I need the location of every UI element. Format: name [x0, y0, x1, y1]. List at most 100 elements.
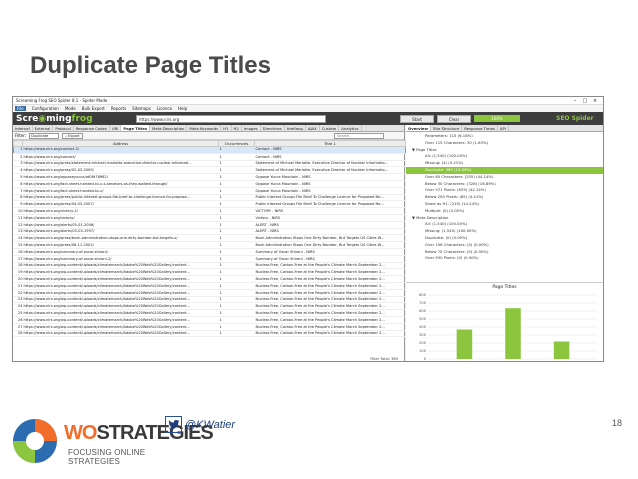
tab-overview[interactable]: Overview — [406, 125, 432, 131]
tab-external[interactable]: External — [33, 125, 54, 131]
tab-meta-keywords[interactable]: Meta Keywords — [187, 125, 222, 131]
row-address: https://www.nirs.org/wp-content/uploads/… — [22, 323, 219, 331]
tree-item[interactable]: Same as H1: (219) (14.24%) — [406, 201, 603, 208]
tab-response-codes[interactable]: Response Codes — [74, 125, 110, 131]
menu-bulk-export[interactable]: Bulk Export — [82, 106, 105, 111]
overview-tabs: Overview Site Structure Response Times A… — [406, 125, 603, 132]
tab-api[interactable]: API — [498, 125, 509, 131]
tab-response-times[interactable]: Response Times — [462, 125, 498, 131]
table-row[interactable]: 26 https://www.nirs.org/wp-content/upload… — [13, 316, 406, 324]
row-title1: Contact - NIRS — [254, 146, 406, 154]
menu-licence[interactable]: Licence — [157, 106, 172, 111]
table-row[interactable]: 4 https://www.nirs.org/press/02-03-2009/1… — [13, 166, 406, 175]
tab-h1[interactable]: H1 — [221, 125, 232, 131]
y-tick-label: 0 — [424, 357, 427, 361]
tree-item[interactable]: Over 156 Characters: (0) (0.00%) — [406, 242, 603, 249]
table-row[interactable]: 16 https://www.nirs.org/summary-of-oscar-… — [13, 248, 406, 256]
row-address: https://www.nirs.org/wp-content/uploads/… — [22, 296, 219, 304]
table-row[interactable]: 1 https://www.nirs.org/contact-2/1 Contact… — [13, 146, 406, 154]
overview-panel: Overview Site Structure Response Times A… — [406, 125, 603, 361]
tree-item[interactable]: Duplicate: 369 (19.89%) — [406, 166, 603, 174]
tab-ajax[interactable]: AJAX — [306, 125, 320, 131]
tree-item[interactable]: Below 70 Characters: (0) (0.00%) — [406, 249, 603, 256]
table-row[interactable]: 23 https://www.nirs.org/wp-content/upload… — [13, 296, 406, 304]
row-title1: ALERT - NIRS — [254, 228, 406, 236]
table-row[interactable]: 6 https://www.nirs.org/fact-sheet-handed-… — [13, 180, 406, 188]
menu-file[interactable]: File — [15, 106, 26, 111]
menu-sitemaps[interactable]: Sitemaps — [132, 106, 151, 111]
chart-bar — [456, 329, 473, 359]
tree-item[interactable]: Over 930 Pixels: (0) (0.00%) — [406, 255, 603, 262]
table-row[interactable]: 27 https://www.nirs.org/wp-content/upload… — [13, 323, 406, 331]
table-row[interactable]: 25 https://www.nirs.org/wp-content/upload… — [13, 309, 406, 317]
tab-directives[interactable]: Directives — [261, 125, 285, 131]
start-button[interactable]: Start — [400, 114, 434, 123]
tab-hreflang[interactable]: Hreflang — [285, 125, 306, 131]
table-row[interactable]: 7 https://www.nirs.org/fact-sheet-handed-… — [13, 187, 406, 195]
menu-reports[interactable]: Reports — [111, 106, 126, 111]
table-row[interactable]: 15 https://www.nirs.org/press/06-11-2002/… — [13, 241, 406, 249]
clear-button[interactable]: Clear — [437, 114, 471, 123]
tab-protocol[interactable]: Protocol — [53, 125, 74, 131]
tree-item[interactable]: Missing: (1,540) (100.00%) — [406, 228, 603, 235]
tree-item[interactable]: Over 65 Characters: (255) (44.14%) — [406, 174, 603, 181]
tab-page-titles[interactable]: Page Titles — [121, 125, 151, 131]
tab-uri[interactable]: URI — [110, 125, 122, 131]
tree-item[interactable]: Missing: (4) (0.21%) — [406, 160, 603, 167]
row-index: 28 — [13, 330, 23, 338]
row-occurrences: 1 — [218, 200, 255, 209]
row-title1: Nuclear-Free, Carbon-Free at the People'… — [254, 323, 406, 331]
table-row[interactable]: 28 https://www.nirs.org/wp-content/upload… — [13, 330, 406, 338]
tree-item[interactable]: All: (1,540) (100.00%) — [406, 153, 603, 160]
tree-item[interactable]: All: (1,540) (100.00%) — [406, 221, 603, 228]
tree-item[interactable]: Below 200 Pixels: (85) (4.41%) — [406, 194, 603, 201]
search-input[interactable]: Search — [334, 132, 384, 139]
tab-analytics[interactable]: Analytics — [339, 125, 362, 131]
tree-item[interactable]: Parameters: 115 (6.18%) — [406, 133, 603, 140]
filter-select[interactable]: Duplicate — [29, 132, 60, 139]
table-row[interactable]: 11 https://www.nirs.org/victory/1 Victory … — [13, 214, 406, 222]
tree-item[interactable]: Duplicate: (0) (0.00%) — [406, 235, 603, 242]
export-button[interactable]: ⤓ Export — [62, 132, 83, 139]
export-icon: ⤓ — [65, 133, 67, 138]
tab-images[interactable]: Images — [242, 125, 261, 131]
menu-help[interactable]: Help — [178, 106, 187, 111]
row-address: https://www.nirs.org/summary-of-oscar-sh… — [22, 248, 219, 256]
table-row[interactable]: 13 https://www.nirs.org/alerts/03-03-1997… — [13, 228, 406, 236]
close-icon[interactable]: × — [590, 97, 600, 105]
table-row[interactable]: 5 https://www.nirs.org/opposeyucca/at06t7… — [13, 173, 406, 181]
table-row[interactable]: 9 https://www.nirs.org/press/04-03-2007/1… — [13, 200, 406, 209]
url-input[interactable]: https://www.nirs.org — [136, 114, 326, 123]
table-row[interactable]: 18 https://www.nirs.org/wp-content/upload… — [13, 262, 406, 270]
tree-group[interactable]: ▼ Page Titles — [406, 147, 603, 154]
maximize-icon[interactable]: □ — [580, 97, 590, 105]
table-row[interactable]: 17 https://www.nirs.org/summary-of-oscar-… — [13, 255, 406, 263]
tree-item[interactable]: Multiple: (0) (0.00%) — [406, 208, 603, 215]
table-row[interactable]: 22 https://www.nirs.org/wp-content/upload… — [13, 289, 406, 297]
row-address: https://www.nirs.org/press/02-03-2009/ — [22, 166, 219, 175]
menu-configuration[interactable]: Configuration — [32, 106, 59, 111]
menu-mode[interactable]: Mode — [65, 106, 76, 111]
table-row[interactable]: 19 https://www.nirs.org/wp-content/upload… — [13, 268, 406, 277]
tree-item[interactable]: Over 115 Characters: 30 (1.63%) — [406, 140, 603, 147]
tab-site-structure[interactable]: Site Structure — [431, 125, 463, 131]
minimize-icon[interactable]: – — [570, 97, 580, 105]
tab-h2[interactable]: H2 — [232, 125, 242, 131]
tree-item[interactable]: Over 571 Pixels: (635) (42.14%) — [406, 187, 603, 194]
row-occurrences: 1 — [218, 275, 255, 283]
table-row[interactable]: 3 https://www.nirs.org/press/statement-mi… — [13, 160, 406, 168]
tab-custom[interactable]: Custom — [320, 125, 340, 131]
table-row[interactable]: 12 https://www.nirs.org/alerts/05-01-2006… — [13, 221, 406, 229]
table-row[interactable]: 2 https://www.nirs.org/contact/1 Contact -… — [13, 153, 406, 161]
table-row[interactable]: 24 https://www.nirs.org/wp-content/upload… — [13, 302, 406, 311]
table-row[interactable]: 21 https://www.nirs.org/wp-content/upload… — [13, 282, 406, 290]
tab-meta-description[interactable]: Meta Description — [150, 125, 188, 131]
tree-item[interactable]: Below 30 Characters: (328) (16.89%) — [406, 181, 603, 188]
table-row[interactable]: 8 https://www.nirs.org/press/public-inter… — [13, 194, 406, 202]
tree-group[interactable]: ▼ Meta Description — [406, 215, 603, 222]
table-row[interactable]: 14 https://www.nirs.org/press/bush-admini… — [13, 234, 406, 243]
table-row[interactable]: 10 https://www.nirs.org/victory-2/1 VICTOR… — [13, 207, 406, 215]
tab-internal[interactable]: Internal — [13, 125, 33, 131]
handle-text: @KWatier — [185, 418, 236, 431]
table-row[interactable]: 20 https://www.nirs.org/wp-content/upload… — [13, 275, 406, 283]
